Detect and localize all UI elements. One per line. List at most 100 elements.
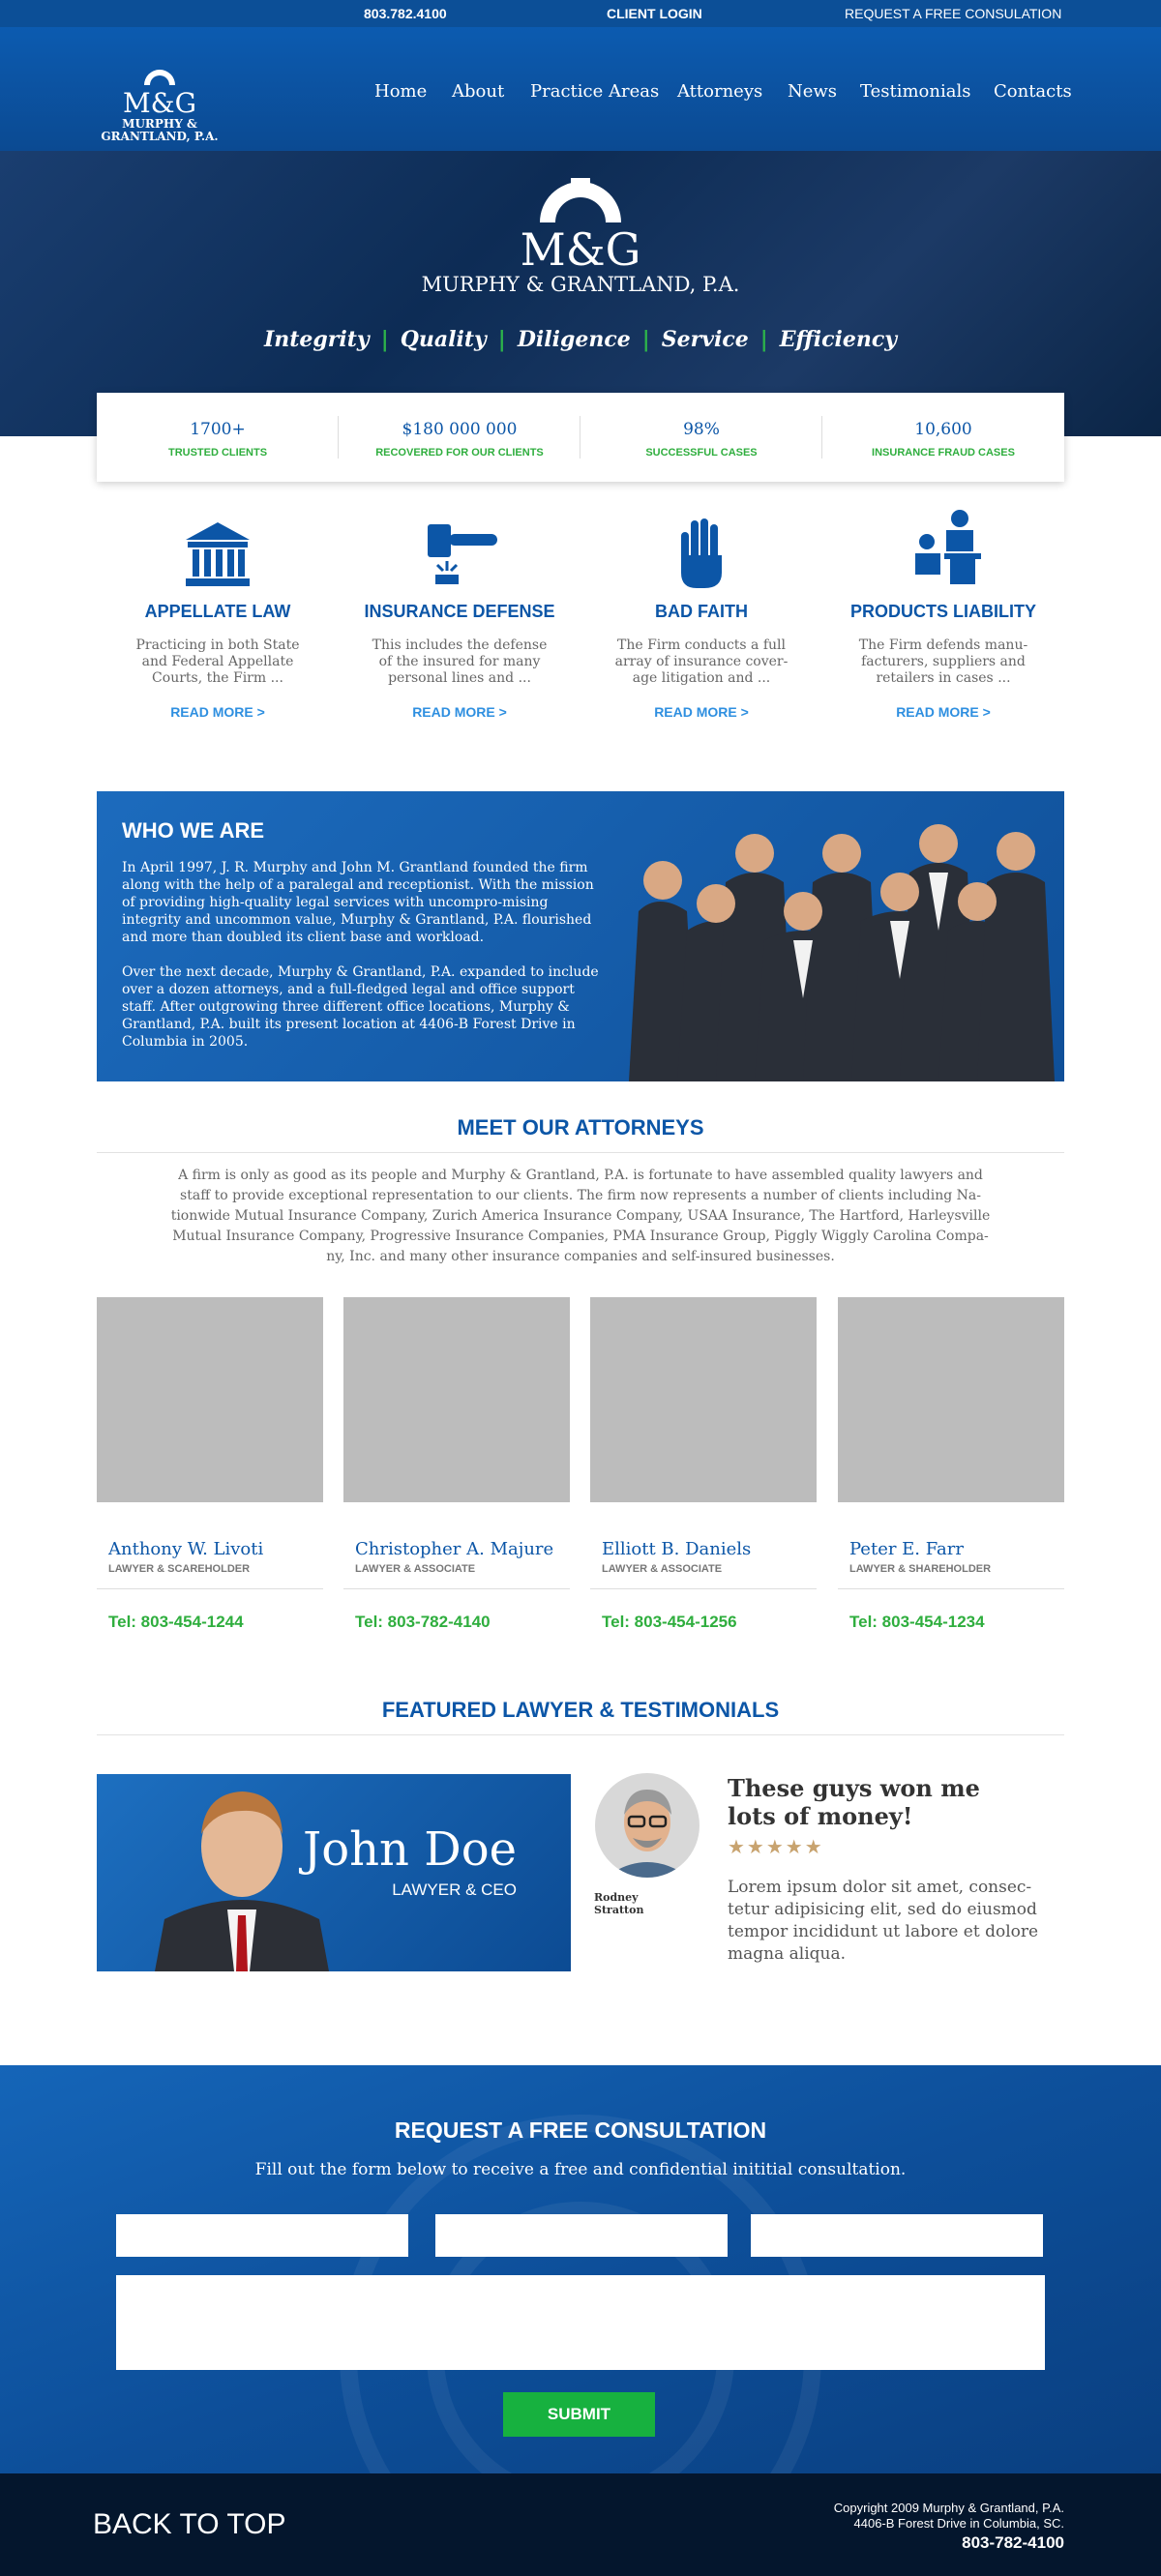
practice-card-products-liability: PRODUCTS LIABILITY The Firm defends manu… xyxy=(822,503,1064,720)
top-phone-link[interactable]: 803.782.4100 xyxy=(364,6,447,21)
name-field[interactable] xyxy=(116,2214,408,2257)
attorney-name[interactable]: Peter E. Farr xyxy=(849,1539,1064,1559)
copyright-text: Copyright 2009 Murphy & Grantland, P.A. xyxy=(833,2501,1064,2515)
attorneys-section-title: MEET OUR ATTORNEYS xyxy=(457,1115,704,1140)
courthouse-icon xyxy=(186,522,250,586)
attorney-divider xyxy=(97,1588,323,1589)
testimonial-text: Lorem ipsum dolor sit amet, consec-tetur… xyxy=(728,1878,1039,1964)
value-integrity: Integrity xyxy=(263,327,370,352)
testimonial-quote: These guys won me lots of money! xyxy=(728,1774,980,1830)
stat-number: 10,600 xyxy=(914,420,972,439)
featured-lawyer-banner[interactable]: John Doe LAWYER & CEO xyxy=(97,1774,571,1971)
gavel-icon xyxy=(428,524,497,584)
value-quality: Quality xyxy=(400,327,487,352)
message-field[interactable] xyxy=(116,2275,1045,2370)
practice-card-insurance-defense: INSURANCE DEFENSE This includes the defe… xyxy=(339,503,580,720)
value-separator: | xyxy=(497,327,506,352)
read-more-link[interactable]: READ MORE > xyxy=(822,704,1064,720)
stat-number: 98% xyxy=(683,420,720,439)
hero-firm-name: MURPHY & GRANTLAND, P.A. xyxy=(421,273,740,296)
stat-item: $180 000 000 RECOVERED FOR OUR CLIENTS xyxy=(339,393,580,482)
read-more-link[interactable]: READ MORE > xyxy=(97,704,339,720)
value-separator: | xyxy=(759,327,768,352)
section-divider xyxy=(97,1734,1064,1735)
submit-button[interactable]: SUBMIT xyxy=(503,2392,655,2437)
site-header: M&G MURPHY & GRANTLAND, P.A. Home About … xyxy=(0,27,1161,151)
nav-testimonials[interactable]: Testimonials xyxy=(860,81,970,102)
nav-contacts[interactable]: Contacts xyxy=(994,81,1072,102)
practice-description: The Firm conducts a full array of insura… xyxy=(614,637,789,686)
stat-number: 1700+ xyxy=(190,420,246,439)
nav-news[interactable]: News xyxy=(788,81,837,102)
attorney-card[interactable]: Peter E. Farr LAWYER & SHAREHOLDER Tel: … xyxy=(838,1297,1064,1632)
request-consultation-link[interactable]: REQUEST A FREE CONSULATION xyxy=(845,6,1061,21)
practice-title: PRODUCTS LIABILITY xyxy=(850,602,1036,621)
footer-info: Copyright 2009 Murphy & Grantland, P.A. … xyxy=(834,2501,1064,2555)
reviewer-name: Rodney Stratton xyxy=(594,1891,644,1916)
page: 803.782.4100 CLIENT LOGIN REQUEST A FREE… xyxy=(0,0,1161,2576)
attorney-photo-placeholder xyxy=(97,1297,323,1502)
attorney-role: LAWYER & ASSOCIATE xyxy=(602,1563,723,1575)
attorney-phone[interactable]: Tel: 803-454-1256 xyxy=(602,1613,817,1632)
stat-item: 98% SUCCESSFUL CASES xyxy=(580,393,822,482)
attorney-card[interactable]: Christopher A. Majure LAWYER & ASSOCIATE… xyxy=(343,1297,570,1632)
value-separator: | xyxy=(380,327,389,352)
attorney-role: LAWYER & SCAREHOLDER xyxy=(108,1563,251,1575)
phone-field[interactable] xyxy=(751,2214,1043,2257)
featured-lawyer-name: John Doe xyxy=(302,1822,517,1877)
stat-label: TRUSTED CLIENTS xyxy=(167,447,268,459)
practice-title: APPELLATE LAW xyxy=(144,602,291,621)
consultation-section: REQUEST A FREE CONSULTATION Fill out the… xyxy=(0,2065,1161,2473)
logo-initials: M&G xyxy=(123,87,196,119)
nav-about[interactable]: About xyxy=(452,81,504,102)
stat-label: INSURANCE FRAUD CASES xyxy=(872,447,1015,459)
stats-bar: 1700+ TRUSTED CLIENTS $180 000 000 RECOV… xyxy=(97,393,1064,482)
who-we-are-section: WHO WE ARE In April 1997, J. R. Murphy a… xyxy=(97,791,1064,1081)
arch-icon xyxy=(540,178,621,222)
team-photo xyxy=(629,824,1055,1081)
section-divider xyxy=(97,1152,1064,1153)
attorney-card[interactable]: Elliott B. Daniels LAWYER & ASSOCIATE Te… xyxy=(590,1297,817,1632)
arch-icon xyxy=(144,70,175,85)
attorney-role: LAWYER & SHAREHOLDER xyxy=(849,1563,992,1575)
attorney-name[interactable]: Christopher A. Majure xyxy=(355,1539,570,1559)
meeting-icon xyxy=(915,510,981,584)
attorney-role: LAWYER & ASSOCIATE xyxy=(355,1563,476,1575)
who-we-are-title: WHO WE ARE xyxy=(122,818,265,843)
value-separator: | xyxy=(641,327,650,352)
attorney-name[interactable]: Anthony W. Livoti xyxy=(108,1539,323,1559)
practice-title: INSURANCE DEFENSE xyxy=(364,602,555,621)
attorney-phone[interactable]: Tel: 803-454-1234 xyxy=(849,1613,1064,1632)
attorney-photo-placeholder xyxy=(343,1297,570,1502)
featured-lawyer-role: LAWYER & CEO xyxy=(392,1880,517,1899)
attorney-divider xyxy=(343,1588,570,1589)
client-login-link[interactable]: CLIENT LOGIN xyxy=(607,6,702,21)
stat-label: RECOVERED FOR OUR CLIENTS xyxy=(375,447,544,459)
attorney-card[interactable]: Anthony W. Livoti LAWYER & SCAREHOLDER T… xyxy=(97,1297,323,1632)
practice-description: Practicing in both State and Federal App… xyxy=(135,637,300,686)
nav-practice-areas[interactable]: Practice Areas xyxy=(530,81,659,102)
site-footer: BACK TO TOP Copyright 2009 Murphy & Gran… xyxy=(0,2473,1161,2576)
read-more-link[interactable]: READ MORE > xyxy=(580,704,822,720)
value-service: Service xyxy=(661,327,749,352)
reviewer-avatar xyxy=(595,1773,700,1878)
stat-item: 1700+ TRUSTED CLIENTS xyxy=(97,393,339,482)
email-field[interactable] xyxy=(435,2214,728,2257)
attorney-name[interactable]: Elliott B. Daniels xyxy=(602,1539,817,1559)
logo-name-line2: GRANTLAND, P.A. xyxy=(101,130,219,143)
attorney-phone[interactable]: Tel: 803-454-1244 xyxy=(108,1613,323,1632)
practice-card-bad-faith: BAD FAITH The Firm conducts a full array… xyxy=(580,503,822,720)
read-more-link[interactable]: READ MORE > xyxy=(339,704,580,720)
hero-logo: M&G MURPHY & GRANTLAND, P.A. xyxy=(0,178,1161,296)
site-logo[interactable]: M&G MURPHY & GRANTLAND, P.A. xyxy=(92,68,227,143)
nav-home[interactable]: Home xyxy=(374,81,427,102)
attorney-divider xyxy=(838,1588,1064,1589)
attorney-phone[interactable]: Tel: 803-782-4140 xyxy=(355,1613,570,1632)
practice-description: This includes the defense of the insured… xyxy=(372,637,548,686)
practice-description: The Firm defends manu-facturers, supplie… xyxy=(858,637,1028,686)
footer-phone[interactable]: 803-782-4100 xyxy=(834,2532,1064,2555)
back-to-top-link[interactable]: BACK TO TOP xyxy=(93,2508,286,2541)
practice-card-appellate-law: APPELLATE LAW Practicing in both State a… xyxy=(97,503,339,720)
nav-attorneys[interactable]: Attorneys xyxy=(677,81,762,102)
attorney-divider xyxy=(590,1588,817,1589)
